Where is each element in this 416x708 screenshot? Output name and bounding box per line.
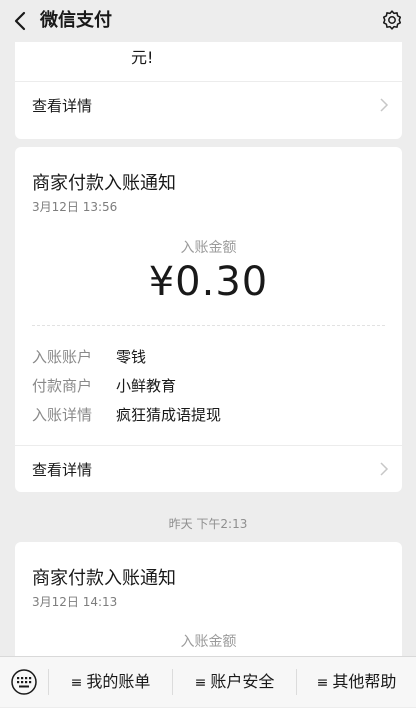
keyboard-icon[interactable] bbox=[9, 669, 39, 695]
message-timestamp: 昨天 下午2:13 bbox=[168, 517, 248, 531]
row-value: 小鲜教育 bbox=[116, 377, 177, 395]
card-time: 3月12日 13:56 bbox=[32, 200, 118, 214]
notification-card-previous: 元! 查看详情 bbox=[15, 42, 402, 139]
chevron-right-icon bbox=[380, 98, 389, 112]
message-feed[interactable]: 元! 查看详情 商家付款入账通知 3月12日 13:56 入账金额 ¥0.30 … bbox=[0, 42, 416, 656]
amount-label: 入账金额 bbox=[180, 634, 237, 650]
menu-other-help[interactable]: ≡ 其他帮助 bbox=[297, 657, 416, 707]
menu-label: 我的账单 bbox=[86, 672, 151, 691]
row-label: 入账账户 bbox=[32, 348, 93, 366]
menu-account-security[interactable]: ≡ 账户安全 bbox=[173, 657, 296, 707]
row-value: 零钱 bbox=[116, 348, 147, 366]
card-title: 商家付款入账通知 bbox=[32, 173, 176, 194]
dashed-divider bbox=[32, 325, 385, 326]
view-details-label: 查看详情 bbox=[32, 461, 93, 479]
row-value: 疯狂猜成语提现 bbox=[116, 406, 222, 424]
view-details-label: 查看详情 bbox=[32, 97, 93, 115]
menu-icon: ≡ bbox=[316, 675, 329, 691]
bottom-menu-bar: ≡ 我的账单 ≡ 账户安全 ≡ 其他帮助 bbox=[0, 656, 416, 707]
amount-value: ¥0.30 bbox=[148, 259, 269, 305]
chevron-right-icon bbox=[380, 462, 389, 476]
gear-icon[interactable] bbox=[380, 8, 404, 32]
menu-my-bills[interactable]: ≡ 我的账单 bbox=[49, 657, 172, 707]
notification-card: 商家付款入账通知 3月12日 14:13 入账金额 bbox=[15, 542, 402, 656]
view-details-link[interactable]: 查看详情 bbox=[15, 82, 402, 128]
menu-icon: ≡ bbox=[194, 675, 207, 691]
card-content-tail: 元! bbox=[131, 48, 154, 67]
page-title: 微信支付 bbox=[40, 10, 112, 31]
menu-icon: ≡ bbox=[70, 675, 83, 691]
back-icon[interactable] bbox=[10, 9, 32, 33]
card-time: 3月12日 14:13 bbox=[32, 595, 118, 609]
top-bar: 微信支付 bbox=[0, 0, 416, 42]
row-label: 入账详情 bbox=[32, 406, 93, 424]
card-title: 商家付款入账通知 bbox=[32, 568, 176, 589]
row-label: 付款商户 bbox=[32, 377, 93, 395]
menu-label: 账户安全 bbox=[210, 672, 275, 691]
amount-label: 入账金额 bbox=[180, 240, 237, 256]
view-details-link[interactable]: 查看详情 bbox=[15, 446, 402, 492]
notification-card: 商家付款入账通知 3月12日 13:56 入账金额 ¥0.30 入账账户 零钱 … bbox=[15, 147, 402, 492]
menu-label: 其他帮助 bbox=[332, 672, 397, 691]
